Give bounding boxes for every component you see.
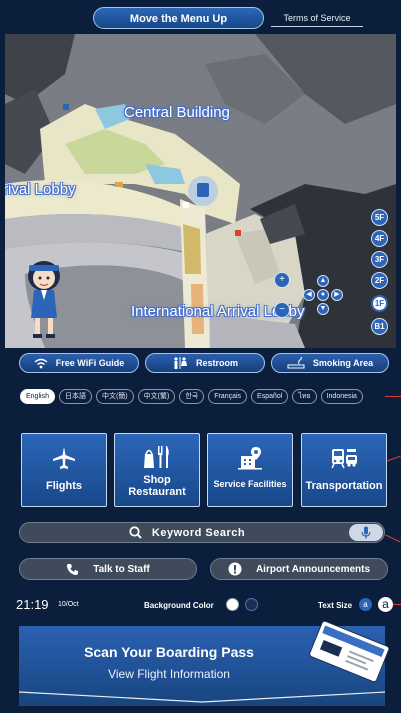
floor-button-5f[interactable]: 5F	[371, 209, 388, 226]
pan-left-icon[interactable]: ◀	[303, 289, 315, 301]
shop-restaurant-label: Shop Restaurant	[115, 474, 199, 498]
language-korean[interactable]: 한국	[179, 389, 205, 404]
language-english[interactable]: English	[20, 389, 55, 404]
top-bar: Move the Menu Up Terms of Service	[0, 0, 401, 34]
free-wifi-guide-button[interactable]: Free WiFi Guide	[19, 353, 139, 373]
pan-down-icon[interactable]: ▼	[317, 303, 329, 315]
pan-center-icon[interactable]: ●	[317, 289, 329, 301]
floor-button-4f[interactable]: 4F	[371, 230, 388, 247]
zoom-in-icon[interactable]: +	[274, 272, 290, 288]
shop-restaurant-icon	[144, 446, 169, 468]
flights-label: Flights	[45, 480, 83, 492]
pan-right-icon[interactable]: ▶	[331, 289, 343, 301]
background-white-option[interactable]	[226, 598, 239, 611]
language-japanese[interactable]: 日本語	[58, 389, 92, 404]
service-facilities-label: Service Facilities	[213, 479, 287, 489]
smoking-area-label: Smoking Area	[312, 358, 374, 368]
restroom-icon	[174, 357, 187, 369]
shop-restaurant-tile[interactable]: Shop Restaurant	[114, 433, 200, 507]
map-label-central-building: Central Building	[124, 104, 230, 121]
zoom-out-icon[interactable]: −	[274, 302, 290, 318]
free-wifi-guide-label: Free WiFi Guide	[55, 358, 125, 368]
text-size-label: Text Size	[318, 601, 353, 610]
annotation-line	[387, 455, 401, 462]
map-label-arrival-lobby: rival Lobby	[5, 181, 76, 198]
transportation-label: Transportation	[305, 480, 383, 492]
phone-icon	[67, 563, 79, 575]
airport-announcements-label: Airport Announcements	[255, 563, 371, 575]
restroom-button[interactable]: Restroom	[145, 353, 265, 373]
annotation-line	[385, 396, 401, 397]
airport-map[interactable]: Central Building rival Lobby Internation…	[5, 34, 396, 348]
wifi-icon	[34, 358, 48, 368]
flights-tile[interactable]: Flights	[21, 433, 107, 507]
annotation-line	[393, 604, 401, 605]
annotation-line	[385, 534, 401, 543]
floor-button-1f[interactable]: 1F	[371, 295, 388, 312]
floor-button-2f[interactable]: 2F	[371, 272, 388, 289]
language-spanish[interactable]: Español	[251, 389, 289, 404]
alert-icon	[228, 562, 242, 576]
smoking-area-button[interactable]: Smoking Area	[271, 353, 389, 373]
talk-to-staff-button[interactable]: Talk to Staff	[19, 558, 197, 580]
clock-time: 21:19	[16, 597, 49, 612]
keyword-search-label: Keyword Search	[151, 526, 246, 539]
smoking-icon	[287, 357, 305, 369]
text-size-large-button[interactable]: a	[377, 596, 394, 613]
language-chinese-traditional[interactable]: 中文(繁)	[137, 389, 176, 404]
service-facilities-icon	[238, 447, 262, 470]
mascot-character-icon	[28, 261, 60, 338]
background-dark-option[interactable]	[245, 598, 258, 611]
search-icon	[129, 526, 142, 539]
transportation-icon	[331, 449, 357, 469]
restaurant-label: Restaurant	[128, 486, 186, 498]
clock-date: 10/Oct	[58, 601, 79, 608]
talk-to-staff-label: Talk to Staff	[93, 563, 150, 575]
transportation-tile[interactable]: Transportation	[301, 433, 387, 507]
background-color-label: Background Color	[144, 601, 214, 610]
language-selector: English 日本語 中文(簡) 中文(繁) 한국 Français Espa…	[20, 389, 363, 404]
microphone-icon	[361, 526, 371, 539]
airport-announcements-button[interactable]: Airport Announcements	[210, 558, 388, 580]
microphone-button[interactable]	[349, 524, 383, 541]
boarding-pass-ticket-icon	[309, 620, 390, 683]
pan-up-icon[interactable]: ▲	[317, 275, 329, 287]
floor-button-b1[interactable]: B1	[371, 318, 388, 335]
language-chinese-simplified[interactable]: 中文(簡)	[95, 389, 134, 404]
floor-button-3f[interactable]: 3F	[371, 251, 388, 268]
move-menu-up-button[interactable]: Move the Menu Up	[93, 7, 264, 29]
keyword-search-bar[interactable]: Keyword Search	[19, 522, 385, 543]
language-thai[interactable]: ไทย	[292, 389, 317, 404]
shop-label: Shop	[143, 474, 171, 486]
scan-boarding-pass-banner[interactable]: Scan Your Boarding Pass View Flight Info…	[19, 620, 390, 706]
restroom-label: Restroom	[195, 358, 238, 368]
airplane-icon	[53, 447, 75, 469]
service-facilities-tile[interactable]: Service Facilities	[207, 433, 293, 507]
text-size-small-button[interactable]: a	[359, 598, 372, 611]
terms-of-service-link[interactable]: Terms of Service	[271, 10, 363, 27]
language-indonesian[interactable]: Indonesia	[320, 389, 363, 404]
language-french[interactable]: Français	[208, 389, 248, 404]
